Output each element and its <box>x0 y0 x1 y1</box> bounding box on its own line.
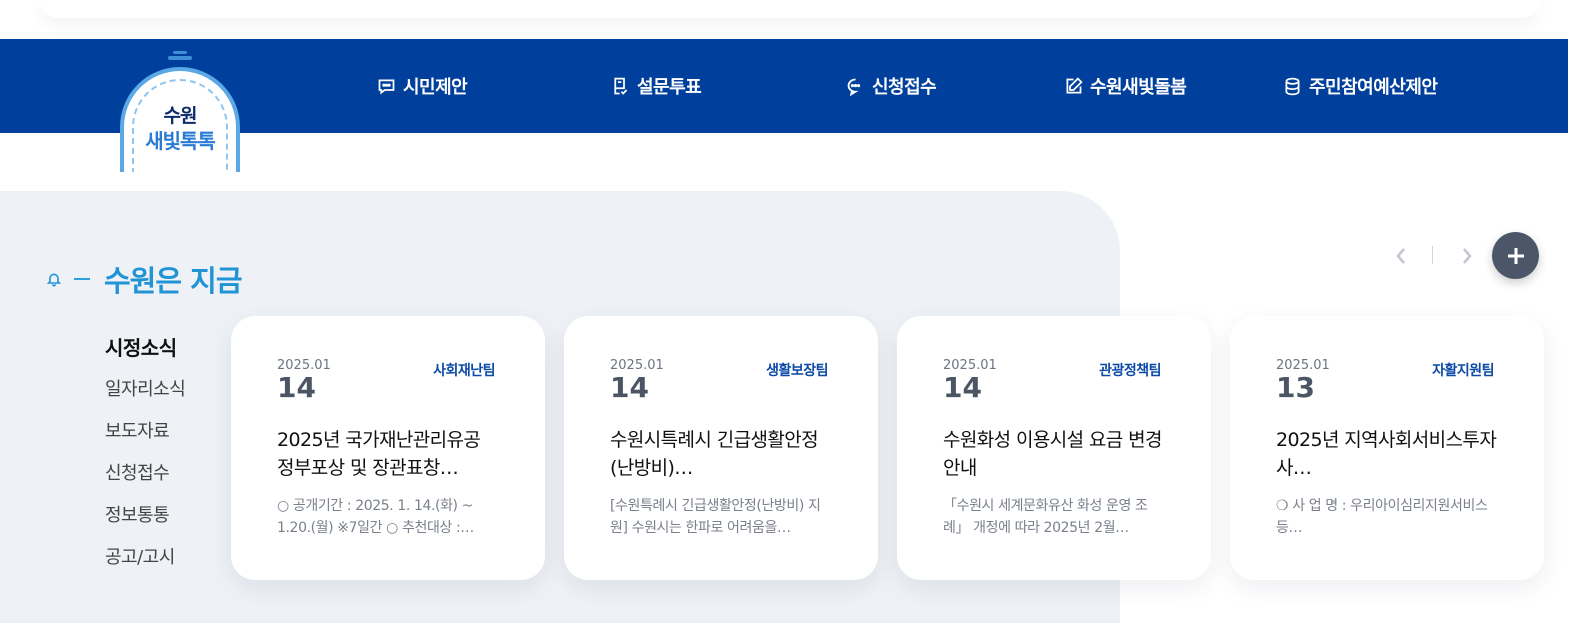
category-item[interactable]: 보도자료 <box>105 418 185 460</box>
category-list: 시정소식 일자리소식 보도자료 신청접수 정보통통 공고/고시 <box>105 334 186 586</box>
section-title: 수원은 지금 <box>104 264 242 298</box>
section-heading: 수원은 지금 <box>46 258 242 300</box>
card-description: 「수원시 세계문화유산 화성 운영 조례」 개정에 따라 2025년 2월… <box>943 498 1148 536</box>
nav-label: 주민참여예산제안 <box>1309 77 1438 98</box>
logo-text-line1: 수원 <box>163 105 198 127</box>
carousel-next-button[interactable] <box>1452 240 1482 272</box>
carousel-separator <box>1432 246 1433 264</box>
chat-bubble-icon <box>847 78 861 96</box>
news-card[interactable]: 2025.01 13 자활지원팀 2025년 지역사회서비스투자사… ❍ 사 업… <box>1230 316 1544 580</box>
news-card[interactable]: 2025.01 14 사회재난팀 2025년 국가재난관리유공 정부포상 및 장… <box>231 316 545 580</box>
category-item[interactable]: 정보통통 <box>105 502 185 544</box>
logo-roof-icon <box>168 51 192 63</box>
plus-icon <box>1507 247 1524 264</box>
card-description: ○ 공개기간 : 2025. 1. 14.(화) ~ 1.20.(월) ※7일간… <box>277 498 474 536</box>
chat-square-icon <box>378 79 395 94</box>
chevron-right-icon <box>1463 248 1472 264</box>
nav-citizen-proposal[interactable]: 시민제안 <box>376 39 468 133</box>
category-item[interactable]: 일자리소식 <box>105 376 186 418</box>
site-logo[interactable]: 수원 새빛톡톡 <box>120 51 240 172</box>
title-dash <box>74 278 90 280</box>
card-title: 2025년 국가재난관리유공 정부포상 및 장관표창… <box>277 429 481 479</box>
chevron-left-icon <box>1396 248 1405 264</box>
nav-budget-proposal[interactable]: 주민참여예산제안 <box>1282 39 1438 133</box>
news-card[interactable]: 2025.01 14 생활보장팀 수원시특례시 긴급생활안정(난방비)… [수원… <box>564 316 878 580</box>
card-title: 수원화성 이용시설 요금 변경 안내 <box>943 429 1162 479</box>
survey-check-icon <box>614 77 628 95</box>
nav-label: 설문투표 <box>637 77 702 98</box>
carousel-prev-button[interactable] <box>1386 240 1416 272</box>
nav-survey-vote[interactable]: 설문투표 <box>610 39 702 133</box>
card-department: 관광정책팀 <box>1099 363 1161 379</box>
card-title: 2025년 지역사회서비스투자사… <box>1276 429 1497 479</box>
bell-icon <box>46 273 62 287</box>
main-navbar: 수원 새빛톡톡 시민제안 설문투표 신청접수 수원새빛돌봄 주민참여예산제안 <box>0 39 1568 172</box>
database-icon <box>1285 77 1300 95</box>
card-department: 생활보장팀 <box>766 363 828 379</box>
nav-suwon-care[interactable]: 수원새빛돌봄 <box>1063 39 1187 133</box>
card-description: [수원특례시 긴급생활안정(난방비) 지원] 수원시는 한파로 어려움을… <box>610 498 821 536</box>
top-header-strip <box>40 0 1540 18</box>
category-item[interactable]: 시정소식 <box>105 334 185 376</box>
card-department: 자활지원팀 <box>1432 363 1494 379</box>
nav-label: 수원새빛돌봄 <box>1090 77 1187 98</box>
more-button[interactable] <box>1492 232 1539 279</box>
category-item[interactable]: 공고/고시 <box>105 544 185 586</box>
card-title: 수원시특례시 긴급생활안정(난방비)… <box>610 429 819 479</box>
pencil-edit-icon <box>1066 76 1083 93</box>
card-department: 사회재난팀 <box>433 363 495 379</box>
logo-text-line2: 새빛톡톡 <box>145 129 216 153</box>
news-card[interactable]: 2025.01 14 관광정책팀 수원화성 이용시설 요금 변경 안내 「수원시… <box>897 316 1211 580</box>
nav-label: 신청접수 <box>872 77 937 98</box>
nav-label: 시민제안 <box>403 77 468 98</box>
category-item[interactable]: 신청접수 <box>105 460 185 502</box>
nav-application[interactable]: 신청접수 <box>845 39 937 133</box>
card-description: ❍ 사 업 명 : 우리아이심리지원서비스 등… <box>1276 498 1488 536</box>
